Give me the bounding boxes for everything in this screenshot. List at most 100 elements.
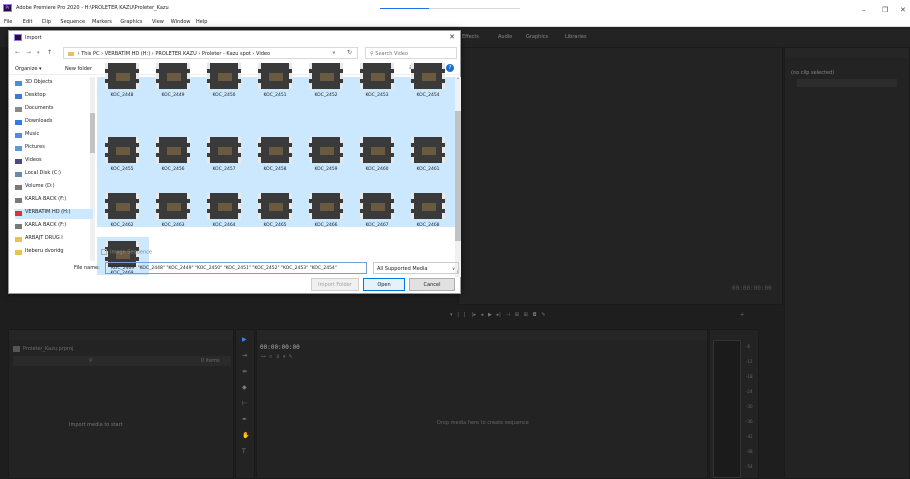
search-input[interactable]: ⚲ Search Video (365, 47, 457, 59)
import-media-hint[interactable]: Import media to start (69, 422, 123, 428)
file-name: KOC_2453 (365, 93, 389, 98)
file-tile[interactable]: KOC_2461 (403, 133, 453, 185)
meter-tick-label: -30 (746, 404, 753, 409)
nav-item[interactable]: KARLA BACK (F:) (15, 196, 93, 206)
program-monitor-panel: 00:00:00:00 (458, 47, 783, 305)
file-tile[interactable]: KOC_2464 (199, 189, 249, 241)
new-folder-button[interactable]: New folder (65, 66, 92, 72)
minimize-icon[interactable]: – (862, 6, 866, 14)
selection-tool-icon[interactable]: ▶ (242, 336, 247, 343)
cancel-button[interactable]: Cancel (409, 278, 455, 291)
video-thumbnail-icon (156, 137, 190, 163)
breadcrumb-item[interactable]: PROLETER KAZU (155, 51, 196, 57)
timeline-tool-icons[interactable]: ⊶ ∩ ⊻ ▾ ✎ (261, 354, 293, 360)
menu-item-clip[interactable]: Clip (42, 19, 51, 25)
menu-item-help[interactable]: Help (196, 19, 207, 25)
forward-arrow-icon[interactable]: → (26, 49, 31, 56)
file-tile[interactable]: KOC_2459 (301, 133, 351, 185)
meter-tick-label: -24 (746, 389, 753, 394)
workspace-tab-graphics[interactable]: Graphics (526, 34, 548, 40)
workspace-tab-effects[interactable]: Effects (462, 34, 479, 40)
open-button[interactable]: Open (363, 278, 405, 291)
file-tile[interactable]: KOC_2465 (250, 189, 300, 241)
nav-item[interactable]: Pictures (15, 144, 93, 154)
file-tile[interactable]: KOC_2450 (199, 59, 249, 111)
file-tile[interactable]: KOC_2455 (97, 133, 147, 185)
nav-item[interactable]: Iteberu dvoridg (15, 248, 93, 258)
file-tile[interactable]: KOC_2457 (199, 133, 249, 185)
back-arrow-icon[interactable]: ← (15, 49, 20, 56)
menu-item-edit[interactable]: Edit (23, 19, 33, 25)
meter-tick-label: -36 (746, 419, 753, 424)
file-tile[interactable]: KOC_2462 (97, 189, 147, 241)
organize-button[interactable]: Organize ▾ (15, 66, 42, 72)
close-icon[interactable]: ✕ (900, 6, 906, 14)
file-name: KOC_2454 (416, 93, 440, 98)
ripple-edit-icon[interactable]: ⇹ (242, 368, 247, 375)
image-sequence-checkbox[interactable]: Image Sequence (101, 249, 152, 256)
pen-icon[interactable]: ✒ (242, 416, 247, 423)
up-arrow-icon[interactable]: ↑ (47, 49, 52, 56)
razor-icon[interactable]: ◆ (242, 384, 247, 391)
nav-item-label: ARBAJT DRUG I (25, 235, 63, 241)
file-tile[interactable]: KOC_2449 (148, 59, 198, 111)
track-select-icon[interactable]: ⇥ (242, 352, 247, 359)
workspace-tab-audio[interactable]: Audio (498, 34, 512, 40)
nav-item[interactable]: KARLA BACK (F:) (15, 222, 93, 232)
type-tool-icon[interactable]: T (242, 448, 246, 455)
project-search-input[interactable] (13, 356, 231, 366)
menu-item-sequence[interactable]: Sequence (60, 19, 85, 25)
recent-chevron-icon[interactable]: ▾ (37, 50, 40, 56)
files-scrollbar[interactable]: ^ v (455, 77, 461, 277)
menu-item-markers[interactable]: Markers (92, 19, 112, 25)
playback-icons[interactable]: ▾ | | |▸ ◂ ▶ ▸| ⊣ ⊞ ⊞ ◘ ✎ (450, 312, 546, 318)
dialog-close-icon[interactable]: ✕ (449, 33, 455, 41)
workspace-tab-libraries[interactable]: Libraries (565, 34, 587, 40)
file-tile[interactable]: KOC_2456 (148, 133, 198, 185)
breadcrumb-item[interactable]: This PC (81, 51, 99, 57)
nav-item[interactable]: Volume (D:) (15, 183, 93, 193)
menu-item-window[interactable]: Window (171, 19, 191, 25)
nav-item[interactable]: Downloads (15, 118, 93, 128)
project-file-icon (13, 346, 20, 352)
breadcrumb-item[interactable]: Proleter - Kazu spot (202, 51, 251, 57)
file-name: KOC_2449 (161, 93, 185, 98)
video-thumbnail-icon (411, 63, 445, 89)
breadcrumb-item[interactable]: VERBATIM HD (H:) (105, 51, 151, 57)
file-tile[interactable]: KOC_2454 (403, 59, 453, 111)
file-tile[interactable]: KOC_2453 (352, 59, 402, 111)
menu-item-graphics[interactable]: Graphics (120, 19, 142, 25)
menu-item-view[interactable]: View (152, 19, 164, 25)
nav-item[interactable]: Desktop (15, 92, 93, 102)
nav-item[interactable]: Music (15, 131, 93, 141)
nav-item[interactable]: VERBATIM HD (H:) (15, 209, 93, 219)
slip-icon[interactable]: ⊢ (242, 400, 247, 407)
file-name-input[interactable]: "KOC_2469" "KOC_2448" "KOC_2449" "KOC_24… (105, 262, 367, 274)
audio-meters-panel: -6 -12 -18 -24 -30 -36 -42 -48 -54 (709, 329, 759, 479)
menu-item-file[interactable]: File (4, 19, 12, 25)
file-tile[interactable]: KOC_2468 (403, 189, 453, 241)
add-button-icon[interactable]: + (740, 312, 744, 318)
hand-icon[interactable]: ✋ (242, 432, 249, 439)
import-folder-button[interactable]: Import Folder (311, 278, 359, 291)
file-type-select[interactable]: All Supported Media ∨ (373, 262, 459, 274)
file-tile[interactable]: KOC_2466 (301, 189, 351, 241)
nav-item[interactable]: ARBAJT DRUG I (15, 235, 93, 245)
restore-icon[interactable]: ❐ (882, 6, 888, 14)
project-panel: Proleter_Kazu.prproj ⚲ 0 items Import me… (8, 329, 234, 479)
refresh-icon[interactable]: ↻ (347, 49, 352, 56)
nav-item[interactable]: Documents (15, 105, 93, 115)
address-dropdown-icon[interactable]: ∨ (332, 50, 336, 56)
file-tile[interactable]: KOC_2463 (148, 189, 198, 241)
file-tile[interactable]: KOC_2451 (250, 59, 300, 111)
nav-item[interactable]: 3D Objects (15, 79, 93, 89)
nav-item[interactable]: Local Disk (C:) (15, 170, 93, 180)
file-tile[interactable]: KOC_2467 (352, 189, 402, 241)
file-tile[interactable]: KOC_2452 (301, 59, 351, 111)
file-tile[interactable]: KOC_2458 (250, 133, 300, 185)
nav-item[interactable]: Videos (15, 157, 93, 167)
file-tile[interactable]: KOC_2460 (352, 133, 402, 185)
address-bar[interactable]: › This PC › VERBATIM HD (H:) › PROLETER … (63, 47, 358, 59)
file-tile[interactable]: KOC_2448 (97, 59, 147, 111)
breadcrumb-item[interactable]: Video (256, 51, 270, 57)
